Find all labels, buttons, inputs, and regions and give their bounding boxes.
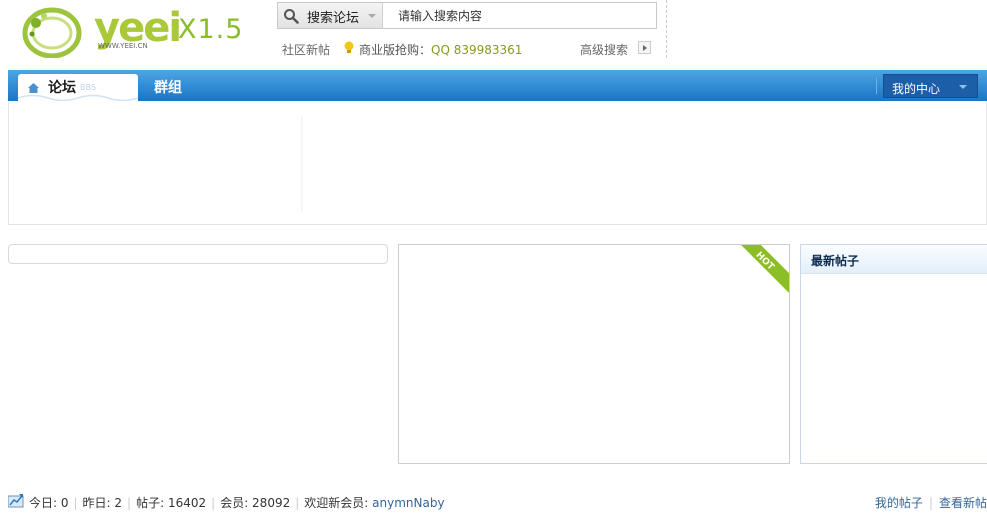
- lightbulb-icon: [344, 41, 354, 53]
- top-content-panel: [8, 101, 987, 225]
- hotword-link[interactable]: 社区新帖: [282, 41, 330, 58]
- search-type-label: 搜索论坛: [307, 11, 360, 26]
- forum-stats: 今日: 0 | 昨日: 2 | 帖子: 16402 | 会员: 28092 | 欢迎新会员: a…: [29, 494, 445, 511]
- nav-item-groups[interactable]: 群组: [154, 77, 182, 97]
- logo-circle-icon: [22, 7, 82, 58]
- nav-tab-forum[interactable]: 论坛 BBS: [18, 74, 138, 101]
- search-box: 搜索论坛: [277, 2, 657, 29]
- panel-divider: [301, 117, 304, 211]
- search-type-select[interactable]: 搜索论坛: [278, 3, 383, 28]
- hot-badge: HOT: [729, 245, 789, 297]
- my-posts-link[interactable]: 我的帖子: [875, 496, 923, 510]
- view-new-posts-link[interactable]: 查看新帖: [939, 496, 987, 510]
- my-center-label: 我的中心: [892, 82, 941, 96]
- link-separator: |: [928, 496, 933, 510]
- stat-separator: |: [127, 496, 132, 510]
- stat-welcome: 欢迎新会员:: [304, 496, 373, 510]
- main-navbar: 论坛 BBS 群组 我的中心: [8, 70, 987, 101]
- stat-separator: |: [211, 496, 216, 510]
- stat-today: 今日: 0: [29, 496, 69, 510]
- my-center-dropdown[interactable]: 我的中心: [883, 74, 978, 98]
- header-divider: [666, 0, 667, 58]
- latest-posts-header: 最新帖子: [801, 245, 987, 274]
- forum-page: yeei X1.5 WWW.YEEI.CN 搜索论坛 社区新帖 商业版抢购：QQ…: [0, 0, 987, 522]
- hot-badge-label: HOT: [753, 250, 776, 273]
- home-icon: [28, 83, 39, 93]
- stat-separator: |: [295, 496, 300, 510]
- stat-members: 会员: 28092: [220, 496, 291, 510]
- stat-separator: |: [73, 496, 78, 510]
- logo-url: WWW.YEEI.CN: [98, 42, 148, 50]
- latest-posts-title: 最新帖子: [811, 254, 860, 268]
- latest-posts-box: 最新帖子: [800, 244, 987, 464]
- stat-posts: 帖子: 16402: [136, 496, 207, 510]
- new-member-link[interactable]: anymnNaby: [372, 496, 444, 510]
- advanced-search-arrow-button[interactable]: [638, 41, 651, 54]
- promo-text: 商业版抢购：QQ 839983361: [359, 41, 522, 58]
- nav-divider: [876, 78, 877, 94]
- logo-version: X1.5: [178, 14, 244, 45]
- site-logo[interactable]: yeei X1.5 WWW.YEEI.CN: [22, 4, 252, 60]
- promo-qq-link[interactable]: QQ 839983361: [431, 43, 522, 57]
- nav-tab-forum-sub: BBS: [80, 83, 96, 92]
- wave-decoration: [18, 94, 138, 101]
- hot-topics-box: HOT: [398, 244, 790, 464]
- advanced-search-link[interactable]: 高级搜索: [580, 41, 628, 58]
- left-slide-box: [8, 244, 388, 264]
- chevron-down-icon: [368, 14, 376, 18]
- stat-yesterday: 昨日: 2: [82, 496, 123, 510]
- stats-chart-icon: [8, 494, 24, 508]
- search-icon: [284, 9, 299, 24]
- promo-label: 商业版抢购：: [359, 43, 432, 57]
- search-input[interactable]: [398, 7, 648, 25]
- footer-links: 我的帖子 | 查看新帖: [875, 494, 987, 511]
- chevron-down-icon: [959, 85, 967, 89]
